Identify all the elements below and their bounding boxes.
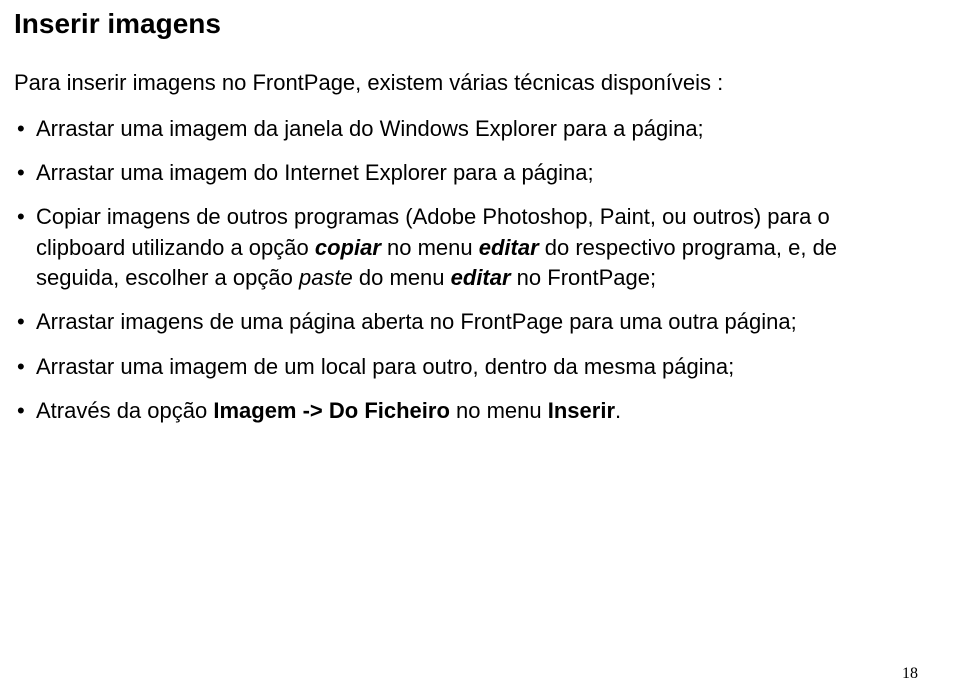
bullet-list: Arrastar uma imagem da janela do Windows… <box>14 114 920 427</box>
list-text: no FrontPage; <box>511 265 657 290</box>
emphasis-paste: paste <box>299 265 353 290</box>
list-item: Arrastar uma imagem da janela do Windows… <box>14 114 920 144</box>
page-number: 18 <box>902 665 918 683</box>
list-text: no menu <box>450 398 548 423</box>
list-text: Arrastar uma imagem da janela do Windows… <box>36 116 704 141</box>
list-item: Arrastar uma imagem do Internet Explorer… <box>14 158 920 188</box>
document-page: Inserir imagens Para inserir imagens no … <box>0 0 960 697</box>
list-text: . <box>615 398 621 423</box>
list-text: Através da opção <box>36 398 213 423</box>
list-text: do menu <box>353 265 451 290</box>
emphasis-copiar: copiar <box>315 235 381 260</box>
list-item: Arrastar uma imagem de um local para out… <box>14 352 920 382</box>
emphasis-editar: editar <box>451 265 511 290</box>
emphasis-inserir: Inserir <box>548 398 615 423</box>
list-text: Arrastar imagens de uma página aberta no… <box>36 309 797 334</box>
emphasis-imagem-ficheiro: Imagem -> Do Ficheiro <box>213 398 450 423</box>
list-text: Arrastar uma imagem do Internet Explorer… <box>36 160 594 185</box>
list-text: no menu <box>381 235 479 260</box>
list-text: Arrastar uma imagem de um local para out… <box>36 354 734 379</box>
page-heading: Inserir imagens <box>14 8 920 40</box>
list-item: Copiar imagens de outros programas (Adob… <box>14 202 920 293</box>
list-item: Arrastar imagens de uma página aberta no… <box>14 307 920 337</box>
intro-paragraph: Para inserir imagens no FrontPage, exist… <box>14 68 920 98</box>
list-item: Através da opção Imagem -> Do Ficheiro n… <box>14 396 920 426</box>
emphasis-editar: editar <box>479 235 539 260</box>
